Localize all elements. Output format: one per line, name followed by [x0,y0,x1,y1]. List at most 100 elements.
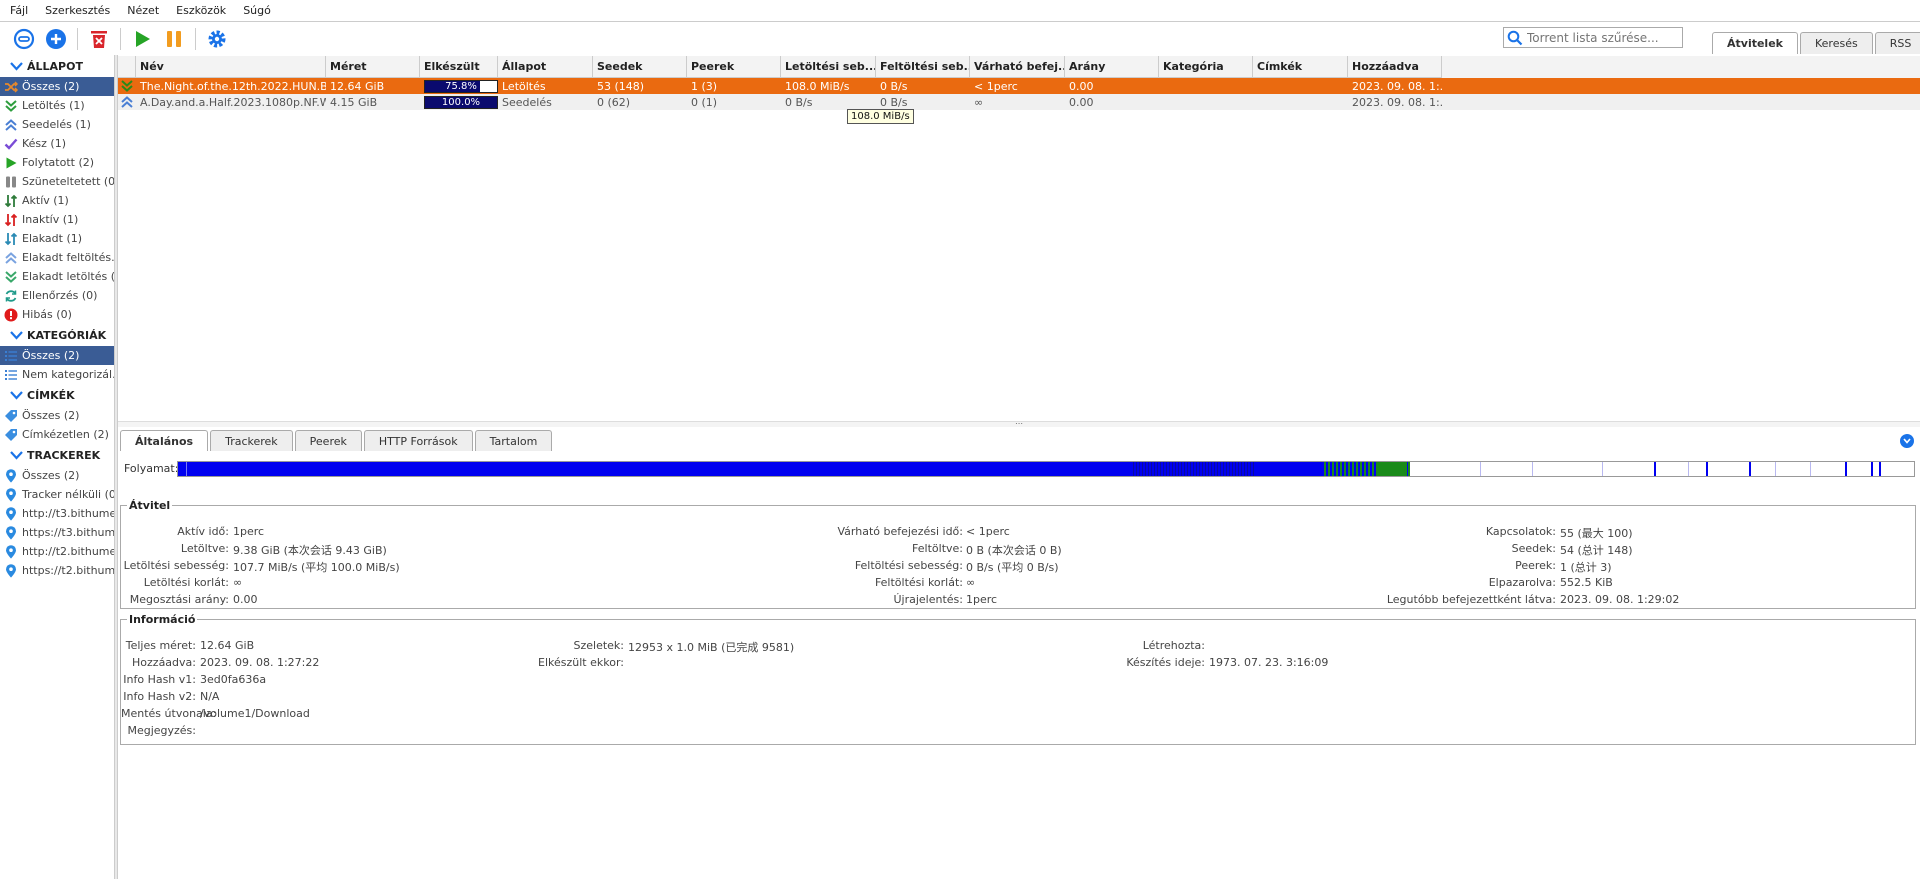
torrent-row[interactable]: The.Night.of.the.12th.2022.HUN.Blu... 12.… [118,78,1920,94]
double-chevron-up-icon [120,95,134,109]
cell-down: 108.0 MiB/s [785,79,850,93]
tracker-filter-item[interactable]: Tracker nélküli (0) [0,485,114,504]
cell-seeds: 53 (148) [597,79,645,93]
column-header-eta-col[interactable]: Várható befej... [970,56,1065,78]
cell-name: A.Day.and.a.Half.2023.1080p.NF.W... [140,95,326,109]
double-chevron-up-icon [4,251,18,265]
status-filter-item[interactable]: Inaktív (1) [0,210,114,229]
status-filter-item[interactable]: Elakadt feltöltés... [0,248,114,267]
tab-general[interactable]: Általános [120,430,209,451]
column-header-progress-col[interactable]: Elkészült [420,56,498,78]
field-label: Elpazarolva: [1488,576,1556,589]
tag-filter-item[interactable]: Összes (2) [0,406,114,425]
toolbar-separator [195,27,196,50]
tracker-filter-item[interactable]: http://t2.bithume... [0,542,114,561]
column-header-name-col[interactable]: Név [136,56,326,78]
field-label: Info Hash v2: [123,690,196,703]
status-filter-item[interactable]: Aktív (1) [0,191,114,210]
transfer-legend: Átvitel [129,499,171,512]
status-filter-item-label: Elakadt feltöltés... [22,251,114,264]
add-torrent-button[interactable] [40,24,72,54]
status-filter-item[interactable]: Szüneteltetett (0) [0,172,114,191]
column-header-up-speed-col[interactable]: Feltöltési seb... [876,56,970,78]
cell-down: 0 B/s [785,95,813,109]
torrent-row[interactable]: A.Day.and.a.Half.2023.1080p.NF.W... 4.15 … [118,94,1920,110]
tab-rss[interactable]: RSS [1874,32,1920,54]
chevron-down-icon [1903,438,1911,444]
tab-transfers[interactable]: Átvitelek [1712,32,1798,54]
tab-http-sources[interactable]: HTTP Források [363,430,473,451]
trackers-header[interactable]: TRACKEREK [0,444,114,466]
column-header-category-col[interactable]: Kategória [1159,56,1253,78]
double-chevron-up-icon [4,118,18,132]
options-button[interactable] [201,24,233,54]
progress-label: Folyamat: [124,462,179,475]
status-filter-item-label: Seedelés (1) [22,118,91,131]
shuffle-icon [4,80,18,94]
category-filter-item[interactable]: Nem kategorizál... [0,365,114,384]
menu-tools[interactable]: Eszközök [170,4,237,17]
category-filter-item[interactable]: Összes (2) [0,346,114,365]
status-filter-list: Összes (2) Letöltés (1) Seedelés (1) Kész (… [0,77,114,324]
add-link-button[interactable] [8,24,40,54]
sidebar: ÁLLAPOT Összes (2) Letöltés (1) Seedelés (… [0,55,114,879]
column-header-seeds-col[interactable]: Seedek [593,56,687,78]
cell-tags [1253,94,1348,110]
error-icon [4,308,18,322]
status-header[interactable]: ÁLLAPOT [0,55,114,77]
field-label: Készítés ideje: [1126,656,1205,669]
tab-content[interactable]: Tartalom [474,430,553,451]
tracker-filter-item[interactable]: https://t3.bithum... [0,523,114,542]
pause-button[interactable] [158,24,190,54]
column-header-ratio-col[interactable]: Arány [1065,56,1159,78]
column-header-down-speed-col[interactable]: Letöltési seb... [781,56,876,78]
status-filter-item[interactable]: Ellenőrzés (0) [0,286,114,305]
field-label: Megjegyzés: [127,724,196,737]
cell-up: 0 B/s [880,79,908,93]
field-value: N/A [200,690,220,703]
cell-status: Letöltés [502,79,546,93]
column-header-state-col[interactable]: Állapot [498,56,593,78]
status-filter-item[interactable]: Összes (2) [0,77,114,96]
tab-peers[interactable]: Peerek [294,430,362,451]
column-header-peers-col[interactable]: Peerek [687,56,781,78]
collapse-panel-button[interactable] [1900,434,1914,448]
tags-header[interactable]: CÍMKÉK [0,384,114,406]
cell-eta: < 1perc [974,79,1018,93]
status-filter-item-label: Elakadt letöltés (0) [22,270,114,283]
tab-search[interactable]: Keresés [1799,32,1873,54]
menu-help[interactable]: Súgó [237,4,282,17]
status-filter-item[interactable]: Elakadt (1) [0,229,114,248]
categories-header[interactable]: KATEGÓRIÁK [0,324,114,346]
resume-button[interactable] [126,24,158,54]
status-filter-item[interactable]: Elakadt letöltés (0) [0,267,114,286]
tag-filter-item[interactable]: Címkézetlen (2) [0,425,114,444]
status-filter-item[interactable]: Kész (1) [0,134,114,153]
cell-seeds: 0 (62) [597,95,631,109]
search-input[interactable] [1523,30,1673,45]
column-header-status-col[interactable] [118,56,136,78]
tracker-filter-item[interactable]: https://t2.bithum... [0,561,114,580]
cell-size: 4.15 GiB [330,95,378,109]
row-status-cell [118,94,136,110]
status-filter-item[interactable]: Hibás (0) [0,305,114,324]
column-header-added-col[interactable]: Hozzáadva [1348,56,1442,78]
table-body: The.Night.of.the.12th.2022.HUN.Blu... 12.… [118,78,1920,110]
status-filter-item[interactable]: Seedelés (1) [0,115,114,134]
menu-view[interactable]: Nézet [121,4,170,17]
tab-trackers[interactable]: Trackerek [210,430,293,451]
trash-icon [91,30,107,48]
tags-header-label: CÍMKÉK [27,388,75,402]
column-header-size-col[interactable]: Méret [326,56,420,78]
play-icon [136,30,150,47]
column-header-tags-col[interactable]: Címkék [1253,56,1348,78]
tracker-filter-item[interactable]: Összes (2) [0,466,114,485]
updown-arrows-icon [4,232,18,246]
tracker-filter-item-label: https://t2.bithum... [22,564,114,577]
menu-edit[interactable]: Szerkesztés [39,4,121,17]
status-filter-item[interactable]: Folytatott (2) [0,153,114,172]
tracker-filter-item[interactable]: http://t3.bithume... [0,504,114,523]
status-filter-item[interactable]: Letöltés (1) [0,96,114,115]
menu-file[interactable]: Fájl [4,4,39,17]
delete-button[interactable] [83,24,115,54]
